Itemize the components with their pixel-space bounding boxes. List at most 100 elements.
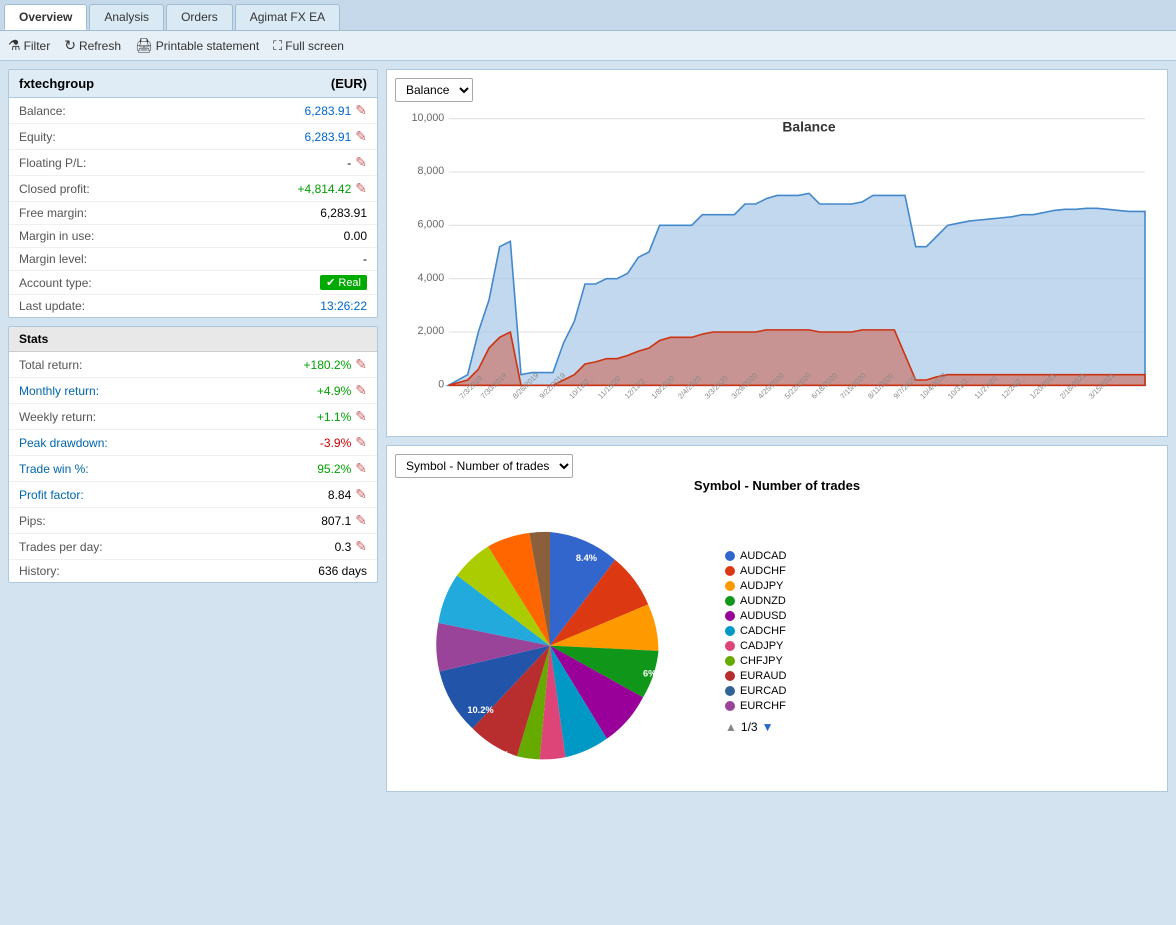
tab-analysis[interactable]: Analysis bbox=[89, 4, 164, 30]
legend-euraud: EURAUD bbox=[725, 670, 1159, 682]
main-content: fxtechgroup (EUR) Balance: 6,283.91 ✎ Eq… bbox=[0, 61, 1176, 800]
legend-audjpy: AUDJPY bbox=[725, 580, 1159, 592]
audchf-dot bbox=[725, 566, 735, 576]
svg-text:10.2%: 10.2% bbox=[467, 705, 493, 715]
last-update-row: Last update: 13:26:22 bbox=[9, 295, 377, 317]
monthly-return-edit[interactable]: ✎ bbox=[355, 382, 367, 399]
euraud-label: EURAUD bbox=[740, 670, 786, 682]
pips-edit[interactable]: ✎ bbox=[355, 512, 367, 529]
legend-prev-arrow[interactable]: ▲ bbox=[725, 720, 737, 734]
pie-chart-card: Symbol - Number of trades Symbol - Numbe… bbox=[386, 445, 1168, 792]
pie-dropdown[interactable]: Symbol - Number of trades bbox=[395, 454, 573, 478]
eurcad-dot bbox=[725, 686, 735, 696]
margin-level-row: Margin level: - bbox=[9, 248, 377, 271]
peak-drawdown-edit[interactable]: ✎ bbox=[355, 434, 367, 451]
trade-win-label: Trade win %: bbox=[19, 462, 89, 476]
fullscreen-button[interactable]: ⛶ Full screen bbox=[273, 38, 344, 54]
trades-per-day-label: Trades per day: bbox=[19, 540, 103, 554]
balance-chart-svg: 10,000 8,000 6,000 4,000 2,000 0 Balance bbox=[395, 108, 1159, 428]
svg-text:Balance: Balance bbox=[782, 118, 835, 134]
tab-orders[interactable]: Orders bbox=[166, 4, 233, 30]
tab-bar: Overview Analysis Orders Agimat FX EA bbox=[0, 0, 1176, 31]
balance-label: Balance: bbox=[19, 104, 66, 118]
weekly-return-value: +1.1% ✎ bbox=[317, 408, 367, 425]
history-value: 636 days bbox=[318, 564, 367, 578]
toolbar: ⚗ Filter ↻ Refresh 🖨 Printable statement… bbox=[0, 31, 1176, 61]
svg-text:6%: 6% bbox=[602, 743, 615, 753]
checkmark-icon: ✔ bbox=[326, 276, 335, 289]
closed-value: +4,814.42 ✎ bbox=[298, 180, 367, 197]
chfjpy-label: CHFJPY bbox=[740, 655, 783, 667]
balance-value: 6,283.91 ✎ bbox=[305, 102, 367, 119]
free-margin-label: Free margin: bbox=[19, 206, 87, 220]
floating-row: Floating P/L: - ✎ bbox=[9, 150, 377, 176]
peak-drawdown-value: -3.9% ✎ bbox=[320, 434, 367, 451]
svg-text:4,000: 4,000 bbox=[418, 272, 445, 284]
trade-win-row: Trade win %: 95.2% ✎ bbox=[9, 456, 377, 482]
monthly-return-value: +4.9% ✎ bbox=[317, 382, 367, 399]
audusd-label: AUDUSD bbox=[740, 610, 786, 622]
pie-title: Symbol - Number of trades bbox=[395, 478, 1159, 493]
free-margin-value: 6,283.91 bbox=[320, 206, 367, 220]
balance-edit-icon[interactable]: ✎ bbox=[355, 102, 367, 119]
trades-per-day-edit[interactable]: ✎ bbox=[355, 538, 367, 555]
left-column: fxtechgroup (EUR) Balance: 6,283.91 ✎ Eq… bbox=[8, 69, 378, 792]
margin-level-value: - bbox=[363, 252, 367, 266]
equity-edit-icon[interactable]: ✎ bbox=[355, 128, 367, 145]
tab-overview[interactable]: Overview bbox=[4, 4, 87, 30]
weekly-return-edit[interactable]: ✎ bbox=[355, 408, 367, 425]
legend-next-arrow[interactable]: ▼ bbox=[762, 720, 774, 734]
pips-value: 807.1 ✎ bbox=[321, 512, 367, 529]
pie-svg: 8.4% 6% 10.2% 7.2% 6% bbox=[395, 501, 705, 780]
printable-button[interactable]: 🖨 Printable statement bbox=[135, 37, 259, 54]
audchf-label: AUDCHF bbox=[740, 565, 786, 577]
balance-row: Balance: 6,283.91 ✎ bbox=[9, 98, 377, 124]
weekly-return-row: Weekly return: +1.1% ✎ bbox=[9, 404, 377, 430]
account-header: fxtechgroup (EUR) bbox=[9, 70, 377, 98]
legend-eurchf: EURCHF bbox=[725, 700, 1159, 712]
refresh-button[interactable]: ↻ Refresh bbox=[64, 37, 121, 54]
svg-text:8,000: 8,000 bbox=[418, 165, 445, 177]
trade-win-edit[interactable]: ✎ bbox=[355, 460, 367, 477]
stats-header: Stats bbox=[9, 327, 377, 352]
equity-label: Equity: bbox=[19, 130, 56, 144]
cadjpy-dot bbox=[725, 641, 735, 651]
chart-dropdown[interactable]: Balance bbox=[395, 78, 473, 102]
svg-text:10,000: 10,000 bbox=[412, 112, 445, 124]
legend-audusd: AUDUSD bbox=[725, 610, 1159, 622]
legend-chfjpy: CHFJPY bbox=[725, 655, 1159, 667]
audcad-label: AUDCAD bbox=[740, 550, 786, 562]
audnzd-label: AUDNZD bbox=[740, 595, 786, 607]
legend-audcad: AUDCAD bbox=[725, 550, 1159, 562]
monthly-return-row: Monthly return: +4.9% ✎ bbox=[9, 378, 377, 404]
print-icon: 🖨 bbox=[135, 37, 153, 54]
pips-row: Pips: 807.1 ✎ bbox=[9, 508, 377, 534]
floating-value: - ✎ bbox=[347, 154, 367, 171]
audusd-dot bbox=[725, 611, 735, 621]
profit-factor-edit[interactable]: ✎ bbox=[355, 486, 367, 503]
closed-label: Closed profit: bbox=[19, 182, 90, 196]
floating-edit-icon[interactable]: ✎ bbox=[355, 154, 367, 171]
svg-text:2,000: 2,000 bbox=[418, 325, 445, 337]
closed-edit-icon[interactable]: ✎ bbox=[355, 180, 367, 197]
monthly-return-label: Monthly return: bbox=[19, 384, 99, 398]
account-name: fxtechgroup bbox=[19, 76, 94, 91]
history-label: History: bbox=[19, 564, 60, 578]
legend-eurcad: EURCAD bbox=[725, 685, 1159, 697]
closed-profit-row: Closed profit: +4,814.42 ✎ bbox=[9, 176, 377, 202]
real-badge: ✔ Real bbox=[320, 275, 367, 290]
total-return-value: +180.2% ✎ bbox=[304, 356, 367, 373]
equity-value: 6,283.91 ✎ bbox=[305, 128, 367, 145]
trades-per-day-value: 0.3 ✎ bbox=[335, 538, 367, 555]
legend-audchf: AUDCHF bbox=[725, 565, 1159, 577]
history-row: History: 636 days bbox=[9, 560, 377, 582]
tab-agimat[interactable]: Agimat FX EA bbox=[235, 4, 340, 30]
peak-drawdown-label: Peak drawdown: bbox=[19, 436, 108, 450]
total-return-edit[interactable]: ✎ bbox=[355, 356, 367, 373]
margin-level-label: Margin level: bbox=[19, 252, 87, 266]
pie-legend: AUDCAD AUDCHF AUDJPY AUDNZD bbox=[705, 550, 1159, 734]
filter-button[interactable]: ⚗ Filter bbox=[8, 37, 50, 54]
legend-cadchf: CADCHF bbox=[725, 625, 1159, 637]
profit-factor-value: 8.84 ✎ bbox=[328, 486, 367, 503]
audjpy-dot bbox=[725, 581, 735, 591]
